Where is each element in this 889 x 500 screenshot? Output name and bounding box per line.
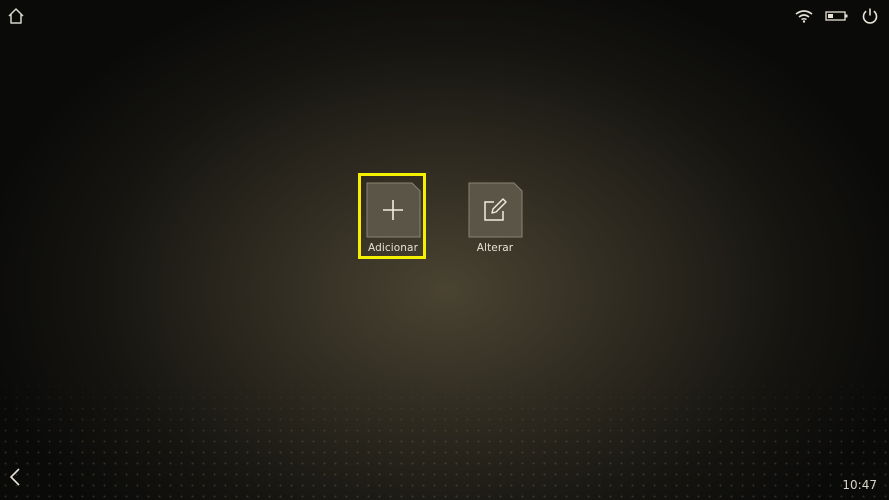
edit-icon <box>468 182 523 238</box>
back-button[interactable] <box>6 466 24 488</box>
power-icon[interactable] <box>861 7 879 25</box>
edit-tile-label: Alterar <box>476 242 514 254</box>
home-screen: Adicionar Alterar 10:47 <box>0 0 889 500</box>
edit-tile[interactable]: Alterar <box>466 182 524 254</box>
add-tile[interactable]: Adicionar <box>364 182 422 254</box>
plus-icon <box>366 182 421 238</box>
add-tile-icon[interactable] <box>365 182 421 238</box>
wifi-icon <box>795 10 813 23</box>
home-icon <box>8 8 24 24</box>
chevron-left-icon <box>9 468 20 486</box>
dot-pattern-background <box>0 370 889 500</box>
home-button[interactable] <box>6 6 26 26</box>
clock: 10:47 <box>842 478 877 492</box>
add-tile-label: Adicionar <box>367 242 418 254</box>
battery-icon <box>825 11 848 21</box>
edit-tile-icon[interactable] <box>467 182 523 238</box>
status-bar <box>795 6 879 26</box>
